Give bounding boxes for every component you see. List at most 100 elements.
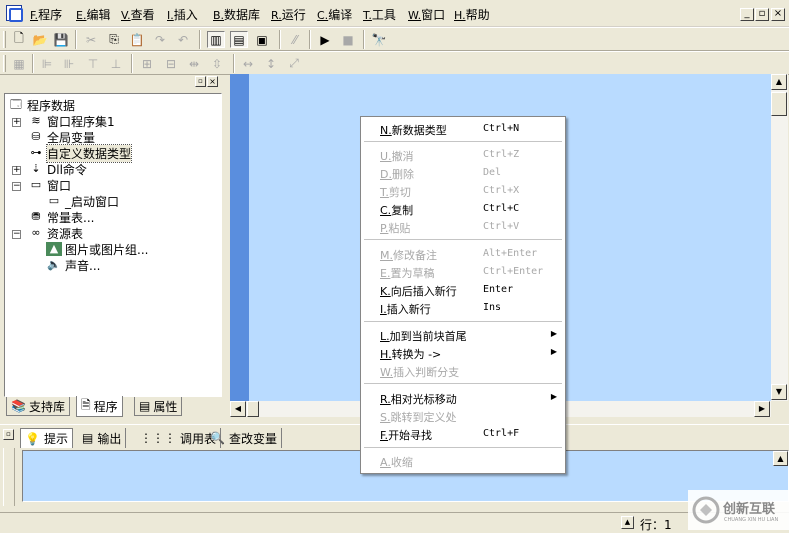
menu-item-insert-line-after[interactable]: K.向后插入新行 Enter <box>361 281 565 299</box>
align-right-icon[interactable]: ⊪ <box>60 55 78 72</box>
open-folder-icon[interactable]: 📂 <box>31 31 49 48</box>
tree-item-startup-window[interactable]: ▭ _启动窗口 <box>46 193 119 209</box>
menu-item-edit-remark[interactable]: M.修改备注 Alt+Enter <box>361 245 565 263</box>
menu-window[interactable]: W.窗口 <box>408 6 445 23</box>
grid-icon[interactable]: ▦ <box>10 55 28 72</box>
submenu-arrow-icon: ▶ <box>550 347 557 356</box>
comment-icon[interactable]: ⁄⁄ <box>286 31 304 48</box>
scroll-right-icon[interactable]: ▶ <box>754 401 770 417</box>
save-icon[interactable]: 💾 <box>52 31 70 48</box>
tab-hint[interactable]: 💡 提示 <box>20 428 73 448</box>
menu-help[interactable]: H.帮助 <box>454 6 490 23</box>
collapse-icon[interactable]: − <box>12 182 21 191</box>
menu-item-add-to-block[interactable]: L.加到当前块首尾 ▶ <box>361 326 565 344</box>
align-bottom-icon[interactable]: ⊥ <box>107 55 125 72</box>
menu-item-insert-line[interactable]: I.插入新行 Ins <box>361 299 565 317</box>
output-scroll-up-icon[interactable]: ▲ <box>773 451 788 466</box>
center-vertical-icon[interactable]: ⊟ <box>162 55 180 72</box>
magnifier-icon: 🔍 <box>210 431 225 445</box>
menu-item-cursor-move[interactable]: R.相对光标移动 ▶ <box>361 389 565 407</box>
scroll-down-icon[interactable]: ▼ <box>771 384 787 400</box>
tree-item-images[interactable]: ▲ 图片或图片组... <box>46 241 148 257</box>
tree-item-assembly[interactable]: ≋ 窗口程序集1 <box>28 113 114 129</box>
center-horizontal-icon[interactable]: ⊞ <box>138 55 156 72</box>
undo-icon[interactable]: ↶ <box>174 31 192 48</box>
tree-item-dll[interactable]: ⇣ Dll命令 <box>28 161 87 177</box>
tab-output[interactable]: ▤ 输出 <box>78 428 127 448</box>
find-binoculars-icon[interactable]: 🔭 <box>370 31 388 48</box>
menu-item-delete[interactable]: D.删除 Del <box>361 164 565 182</box>
resources-icon: ∞ <box>31 226 41 239</box>
menu-item-paste[interactable]: P.粘贴 Ctrl+V <box>361 218 565 236</box>
space-vertical-icon[interactable]: ⇳ <box>208 55 226 72</box>
tree-item-custom-types[interactable]: ⊶ 自定义数据类型 <box>28 143 133 163</box>
same-size-icon[interactable]: ⤢ <box>285 55 303 72</box>
paste-icon[interactable]: 📋 <box>128 31 146 48</box>
new-file-icon[interactable]: 🗋 <box>10 31 28 48</box>
hscroll-thumb[interactable] <box>247 401 259 417</box>
tree-item-resources[interactable]: ∞ 资源表 <box>28 225 83 241</box>
align-top-icon[interactable]: ⊤ <box>84 55 102 72</box>
tab-program[interactable]: 🗎 程序 <box>76 396 123 417</box>
vertical-scrollbar[interactable]: ▲ ▼ <box>771 74 788 401</box>
menu-item-new-data-type[interactable]: N.新数据类型 Ctrl+N <box>361 120 565 138</box>
collapse-icon[interactable]: − <box>12 230 21 239</box>
expand-icon[interactable]: + <box>12 118 21 127</box>
align-left-icon[interactable]: ⊫ <box>38 55 56 72</box>
tree-item-globals[interactable]: ⛁ 全局变量 <box>28 129 95 145</box>
menu-item-goto-definition[interactable]: S.跳转到定义处 <box>361 407 565 425</box>
layout-both-panes-icon[interactable]: ▣ <box>253 31 271 48</box>
layout-output-pane-icon[interactable]: ▤ <box>230 31 248 48</box>
menu-item-convert-to[interactable]: H.转换为 -> ▶ <box>361 344 565 362</box>
menu-view[interactable]: V.查看 <box>121 6 155 23</box>
cut-icon[interactable]: ✂ <box>82 31 100 48</box>
menu-compile[interactable]: C.编译 <box>317 6 352 23</box>
scroll-up-icon[interactable]: ▲ <box>771 74 787 90</box>
same-width-icon[interactable]: ↔ <box>239 55 257 72</box>
layout-left-pane-icon[interactable]: ▥ <box>207 31 225 48</box>
close-button[interactable]: × <box>771 8 785 21</box>
expand-icon[interactable]: + <box>12 166 21 175</box>
menu-item-cut[interactable]: T.剪切 Ctrl+X <box>361 182 565 200</box>
menu-database[interactable]: B.数据库 <box>213 6 260 23</box>
menu-item-insert-branch[interactable]: W.插入判断分支 <box>361 362 565 380</box>
space-horizontal-icon[interactable]: ⇹ <box>185 55 203 72</box>
dll-icon: ⇣ <box>31 162 41 175</box>
menu-item-set-draft[interactable]: E.置为草稿 Ctrl+Enter <box>361 263 565 281</box>
menu-item-start-find[interactable]: F.开始寻找 Ctrl+F <box>361 425 565 443</box>
pane-restore-button[interactable]: ▫ <box>195 76 206 87</box>
app-icon[interactable] <box>6 5 23 22</box>
status-up-icon[interactable]: ▲ <box>621 516 634 529</box>
menu-item-collapse[interactable]: A.收缩 <box>361 452 565 470</box>
tab-support-library[interactable]: 📚 支持库 <box>6 397 70 416</box>
menu-insert[interactable]: I.插入 <box>167 6 198 23</box>
menu-edit[interactable]: E.编辑 <box>76 6 110 23</box>
pane-close-button[interactable]: × <box>207 76 218 87</box>
menu-tools[interactable]: T.工具 <box>363 6 396 23</box>
menu-item-copy[interactable]: C.复制 Ctrl+C <box>361 200 565 218</box>
minimize-button[interactable]: _ <box>740 8 754 21</box>
redo-icon[interactable]: ↷ <box>151 31 169 48</box>
project-tree[interactable]: 🗔 程序数据 + ≋ 窗口程序集1 ⛁ 全局变量 ⊶ 自定义数据类型 + ⇣ Dll命令 … <box>4 93 222 397</box>
tab-properties[interactable]: ▤ 属性 <box>134 397 183 416</box>
properties-icon: ▤ <box>139 399 151 413</box>
run-icon[interactable]: ▶ <box>316 31 334 48</box>
menu-item-undo[interactable]: U.撤消 Ctrl+Z <box>361 146 565 164</box>
scroll-left-icon[interactable]: ◀ <box>230 401 246 417</box>
tree-item-constants[interactable]: ⛃ 常量表... <box>28 209 94 225</box>
stop-icon[interactable]: ■ <box>339 31 357 48</box>
tree-item-windows[interactable]: ▭ 窗口 <box>28 177 71 193</box>
menu-run[interactable]: R.运行 <box>271 6 306 23</box>
tree-item-sounds[interactable]: 🔈 声音... <box>46 257 100 273</box>
align-toolbar: ▦ ⊫ ⊪ ⊤ ⊥ ⊞ ⊟ ⇹ ⇳ ↔ ↕ ⤢ <box>0 51 789 75</box>
same-height-icon[interactable]: ↕ <box>262 55 280 72</box>
scroll-thumb[interactable] <box>771 92 787 116</box>
restore-button[interactable]: ▫ <box>755 8 769 21</box>
menu-program[interactable]: F.程序 <box>30 6 62 23</box>
hint-icon: 💡 <box>25 431 40 446</box>
pane-restore-button[interactable]: ▫ <box>3 429 14 440</box>
tab-watch-variables[interactable]: 🔍 查改变量 <box>206 428 282 448</box>
output-icon: ▤ <box>82 431 94 445</box>
tree-root[interactable]: 🗔 程序数据 <box>8 97 75 113</box>
copy-icon[interactable]: ⎘ <box>105 31 123 48</box>
